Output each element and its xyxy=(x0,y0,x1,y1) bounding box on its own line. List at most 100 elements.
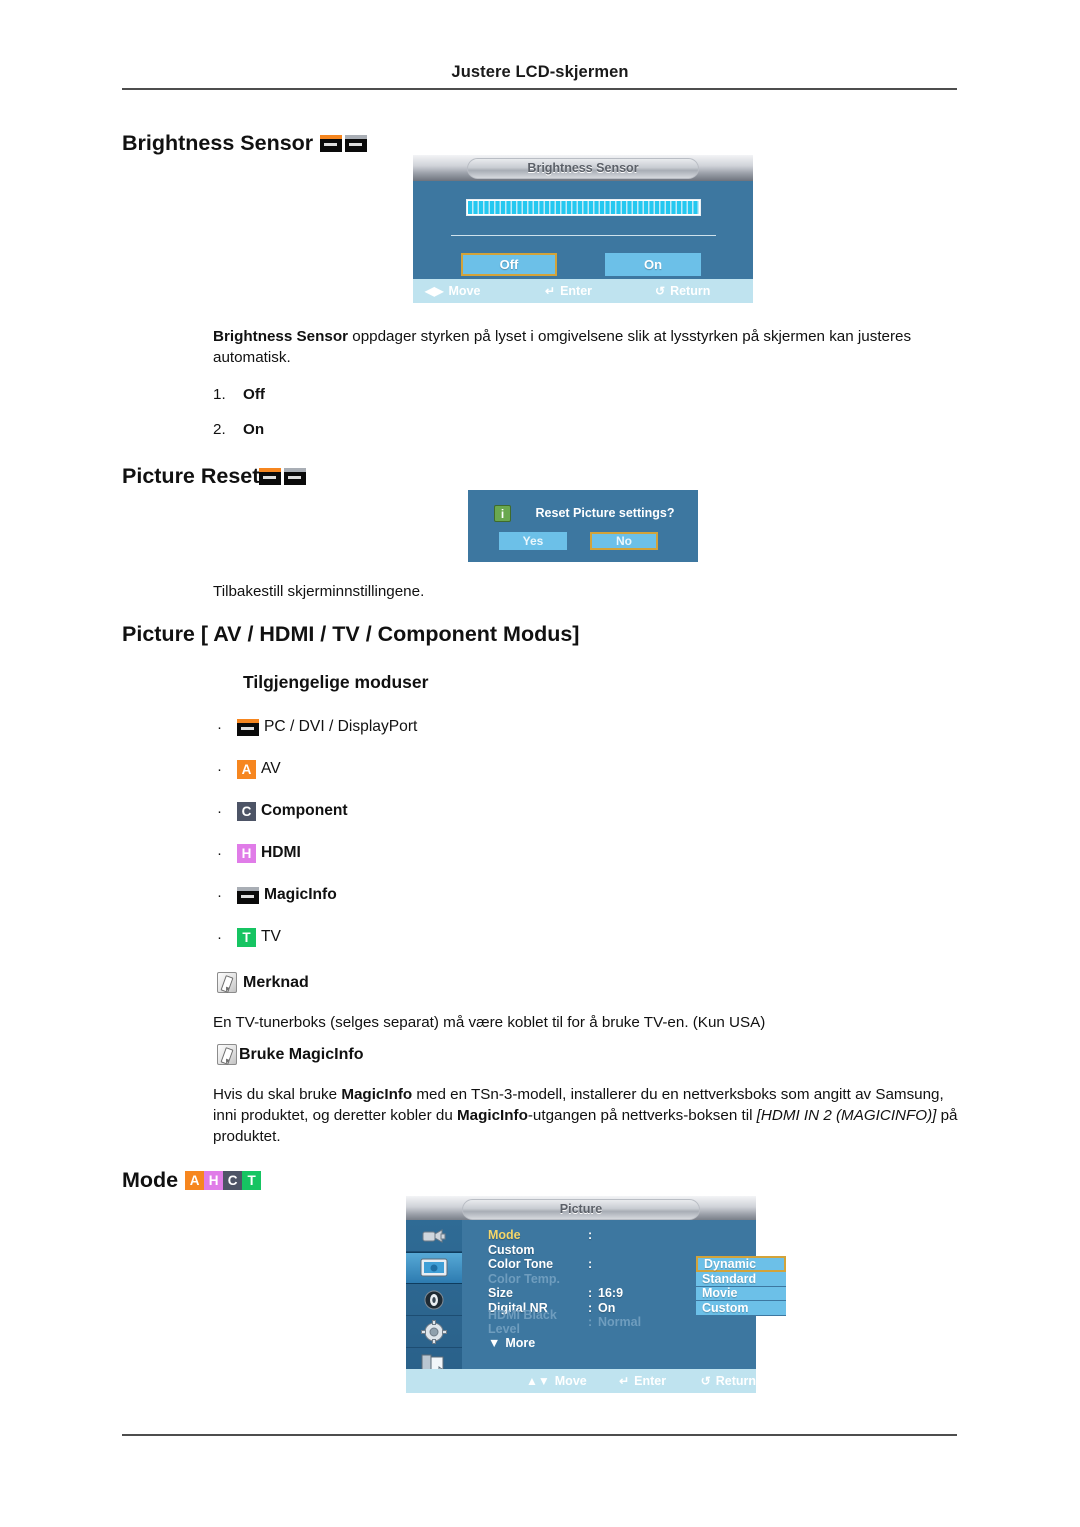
heading-brightness-sensor: Brightness Sensor xyxy=(122,131,368,156)
list-item: · H HDMI xyxy=(213,832,853,874)
caret-down-icon: ▼ xyxy=(488,1336,501,1350)
brightness-level-bar[interactable] xyxy=(466,199,701,216)
heading-picture-reset-badges xyxy=(259,468,307,485)
menu-row-mode[interactable]: Mode : xyxy=(488,1228,748,1243)
mi-b2: MagicInfo xyxy=(457,1106,528,1124)
heading-picture-modes: Picture [ AV / HDMI / TV / Component Mod… xyxy=(122,622,580,646)
paragraph-picture-reset: Tilbakestill skjerminnstillingene. xyxy=(213,583,425,600)
setup-icon[interactable] xyxy=(406,1316,462,1348)
magicinfo-monitor-icon xyxy=(345,135,368,152)
menu-row-custom[interactable]: Custom xyxy=(488,1243,748,1258)
footer-return: ↺ Return xyxy=(655,284,710,298)
list-item: · A AV xyxy=(213,748,853,790)
menu-more-row[interactable]: ▼ More xyxy=(488,1336,535,1350)
up-down-arrow-icon: ▲▼ xyxy=(526,1374,550,1388)
mi-i1: [HDMI IN 2 (MAGICINFO)] xyxy=(756,1106,937,1124)
mode-label: Component xyxy=(261,802,348,819)
tv-badge-icon: T xyxy=(237,927,256,947)
footer-enter: ↵ Enter xyxy=(619,1374,701,1388)
osd-brightness-sensor: Brightness Sensor Off On ◀▶ Move ↵ Enter… xyxy=(413,155,753,303)
menu-more-label: More xyxy=(505,1336,536,1350)
osd-picture-menu: Picture Mode: Custom Color Tone: Color… xyxy=(406,1196,786,1393)
list-item: · C Component xyxy=(213,790,853,832)
dropdown-option-movie[interactable]: Movie xyxy=(696,1286,786,1301)
menu-key: Color Tone xyxy=(488,1257,554,1272)
menu-sep: : xyxy=(588,1257,593,1272)
mi-p1: Hvis du skal bruke xyxy=(213,1086,342,1103)
mode-label: AV xyxy=(261,760,281,777)
hdmi-badge-icon: H xyxy=(204,1171,224,1190)
menu-sep: : xyxy=(588,1315,593,1330)
list-item: · MagicInfo xyxy=(213,874,853,916)
note-label: Merknad xyxy=(243,973,309,991)
list-available-modes: · PC / DVI / DisplayPort · A AV · C Comp… xyxy=(213,706,853,958)
input-icon[interactable] xyxy=(406,1220,462,1252)
brightness-on-button[interactable]: On xyxy=(605,253,701,276)
osd-footer: ◀▶ Move ↵ Enter ↺ Return xyxy=(413,279,753,303)
heading-brightness-sensor-text: Brightness Sensor xyxy=(122,131,314,155)
footer-return: ↺ Return xyxy=(701,1374,756,1388)
bullet-dot: · xyxy=(217,886,222,904)
return-icon: ↺ xyxy=(700,1374,711,1388)
bullet-dot: · xyxy=(217,718,222,736)
divider xyxy=(451,235,716,236)
reset-no-button[interactable]: No xyxy=(590,532,658,550)
paragraph-lead: Brightness Sensor xyxy=(213,328,349,345)
running-head: Justere LCD-skjermen xyxy=(451,63,629,81)
av-badge-icon: A xyxy=(185,1171,205,1190)
heading-brightness-sensor-badges xyxy=(320,135,368,152)
footer-return-label: Return xyxy=(670,284,711,298)
dropdown-option-dynamic[interactable]: Dynamic xyxy=(696,1256,786,1272)
list-item: · PC / DVI / DisplayPort xyxy=(213,706,853,748)
sound-icon[interactable] xyxy=(406,1284,462,1316)
footer-return-label: Return xyxy=(715,1374,756,1388)
mi-p3: -utgangen på nettverks-boksen til xyxy=(527,1106,757,1124)
heading-mode: Mode A H C T xyxy=(122,1168,262,1193)
list-item-number: 1. xyxy=(213,386,226,403)
menu-key: Custom xyxy=(488,1242,535,1257)
bullet-dot: · xyxy=(217,928,222,946)
dropdown-option-custom[interactable]: Custom xyxy=(696,1301,786,1316)
osd-body: Off On xyxy=(413,181,753,279)
hdmi-badge-icon: H xyxy=(237,843,256,863)
menu-key: Color Temp. xyxy=(488,1271,560,1286)
tv-badge-icon: T xyxy=(242,1171,262,1190)
menu-value: On xyxy=(598,1300,616,1315)
mode-dropdown[interactable]: Dynamic Standard Movie Custom xyxy=(696,1256,786,1316)
bullet-dot: · xyxy=(217,844,222,862)
footer-rule xyxy=(122,1434,957,1436)
reset-yes-button[interactable]: Yes xyxy=(499,532,567,550)
subheading-available-modes: Tilgjengelige moduser xyxy=(243,672,429,692)
heading-picture-reset: Picture Reset xyxy=(122,464,307,489)
osd-title: Picture xyxy=(462,1198,700,1220)
reset-question: Reset Picture settings? xyxy=(535,506,675,520)
osd-footer: ▲▼ Move ↵ Enter ↺ Return xyxy=(406,1369,756,1393)
av-badge-icon: A xyxy=(237,759,256,779)
brightness-off-button[interactable]: Off xyxy=(461,253,557,276)
picture-icon[interactable] xyxy=(406,1252,462,1284)
footer-move-label: Move xyxy=(554,1374,587,1388)
menu-key: Mode xyxy=(488,1228,521,1243)
menu-sep: : xyxy=(588,1286,593,1301)
mode-label: TV xyxy=(261,928,281,945)
list-item-label: On xyxy=(243,421,265,438)
mi-b1: MagicInfo xyxy=(341,1086,413,1103)
note-header: Merknad xyxy=(217,972,309,993)
note-text: En TV-tunerboks (selges separat) må være… xyxy=(213,1014,766,1031)
component-badge-icon: C xyxy=(237,801,256,821)
list-item: · T TV xyxy=(213,916,853,958)
footer-enter-label: Enter xyxy=(634,1374,667,1388)
brightness-level-fill xyxy=(468,201,699,214)
document-page: Justere LCD-skjermen Brightness Sensor B… xyxy=(0,0,1080,1527)
menu-sep: : xyxy=(588,1300,593,1315)
dropdown-option-standard[interactable]: Standard xyxy=(696,1272,786,1287)
osd-titlebar: Brightness Sensor xyxy=(413,155,753,181)
osd-titlebar: Picture xyxy=(406,1196,756,1222)
footer-enter: ↵ Enter xyxy=(545,284,655,298)
note-icon xyxy=(217,972,237,993)
list-item: 2. On xyxy=(213,421,813,438)
menu-key: Size xyxy=(488,1286,514,1301)
list-item-number: 2. xyxy=(213,421,226,438)
paragraph-brightness-sensor: Brightness Sensor oppdager styrken på ly… xyxy=(213,327,961,369)
header-rule xyxy=(122,88,957,90)
